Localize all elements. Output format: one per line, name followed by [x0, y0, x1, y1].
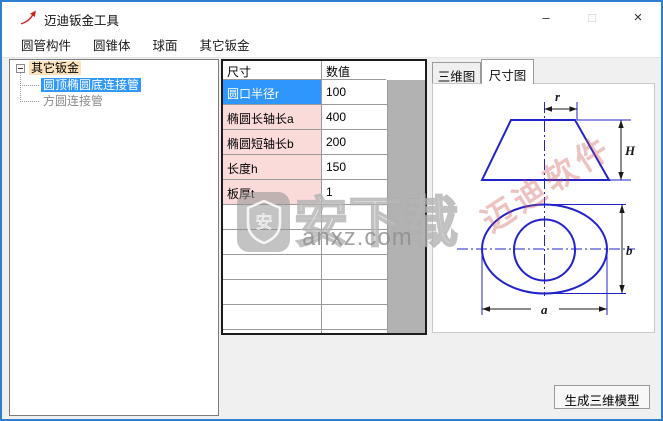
tree-item-dome-ellipse-connector[interactable]: 圆顶椭圆底连接管 — [41, 78, 142, 92]
minimize-button[interactable]: – — [523, 2, 569, 32]
param-label-cell[interactable]: 板厚t — [223, 180, 322, 205]
generate-3d-model-button[interactable]: 生成三维模型 — [554, 385, 650, 409]
table-row: 长度h 150 — [223, 155, 387, 180]
title-bar[interactable]: 迈迪钣金工具 – □ × — [2, 2, 661, 32]
tree-connector-line — [20, 85, 39, 86]
tree-collapse-icon[interactable] — [16, 64, 25, 73]
tab-dimension-view[interactable]: 尺寸图 — [481, 59, 534, 84]
window-title: 迈迪钣金工具 — [44, 14, 120, 28]
menu-item-other-sheetmetal[interactable]: 其它钣金 — [189, 31, 261, 58]
param-label-cell[interactable]: 圆口半径r — [223, 80, 322, 105]
dim-label-H: H — [624, 143, 636, 158]
parameter-table: 尺寸 数值 圆口半径r 100 椭圆长轴长a 400 椭圆短轴长b 200 长度… — [221, 59, 427, 335]
menu-item-sphere[interactable]: 球面 — [142, 31, 189, 58]
tree-connector-line — [20, 101, 39, 102]
table-row: 圆口半径r 100 — [223, 80, 387, 105]
menu-bar: 圆管构件 圆锥体 球面 其它钣金 — [2, 32, 661, 58]
app-logo-icon — [20, 10, 36, 25]
param-label-cell[interactable]: 椭圆短轴长b — [223, 130, 322, 155]
param-value-cell[interactable]: 150 — [322, 155, 387, 180]
column-header-dimension: 尺寸 — [223, 61, 322, 80]
tree-item-square-round-connector[interactable]: 方圆连接管 — [41, 94, 105, 108]
front-view-trapezoid — [480, 102, 631, 181]
close-button[interactable]: × — [615, 2, 661, 32]
param-label-cell[interactable]: 长度h — [223, 155, 322, 180]
tree-root-other-sheetmetal[interactable]: 其它钣金 — [29, 61, 82, 75]
dim-label-b: b — [626, 243, 633, 258]
table-filler-area — [387, 80, 425, 333]
param-value-cell[interactable]: 400 — [322, 105, 387, 130]
table-row — [223, 255, 387, 280]
center-lines — [457, 102, 635, 296]
dimension-r — [544, 106, 577, 112]
table-row: 板厚t 1 — [223, 180, 387, 205]
table-row — [223, 330, 387, 333]
tree-connector-line — [20, 72, 21, 102]
tab-3d-view[interactable]: 三维图 — [432, 62, 481, 84]
table-row — [223, 205, 387, 230]
app-window: 迈迪钣金工具 – □ × 圆管构件 圆锥体 球面 其它钣金 其它钣金 圆顶椭圆底… — [0, 0, 663, 421]
table-row — [223, 305, 387, 330]
dim-label-a: a — [541, 302, 548, 317]
dim-label-r: r — [555, 89, 561, 104]
dimension-drawing: r H b a — [457, 89, 636, 317]
table-row — [223, 230, 387, 255]
param-value-cell[interactable]: 100 — [322, 80, 387, 105]
part-tree-panel: 其它钣金 圆顶椭圆底连接管 方圆连接管 — [9, 59, 219, 416]
menu-item-pipe-components[interactable]: 圆管构件 — [10, 31, 82, 58]
top-view-ellipse — [481, 203, 626, 315]
param-value-cell[interactable]: 1 — [322, 180, 387, 205]
param-value-cell[interactable]: 200 — [322, 130, 387, 155]
dimension-drawing-panel: r H b a 迈迪软件 — [432, 83, 655, 333]
maximize-button[interactable]: □ — [569, 2, 615, 32]
table-row: 椭圆短轴长b 200 — [223, 130, 387, 155]
table-row: 椭圆长轴长a 400 — [223, 105, 387, 130]
column-header-value: 数值 — [322, 61, 386, 80]
table-row — [223, 280, 387, 305]
param-label-cell[interactable]: 椭圆长轴长a — [223, 105, 322, 130]
table-header-row: 尺寸 数值 — [223, 61, 425, 80]
dimension-H — [618, 120, 624, 180]
menu-item-cone[interactable]: 圆锥体 — [82, 31, 142, 58]
